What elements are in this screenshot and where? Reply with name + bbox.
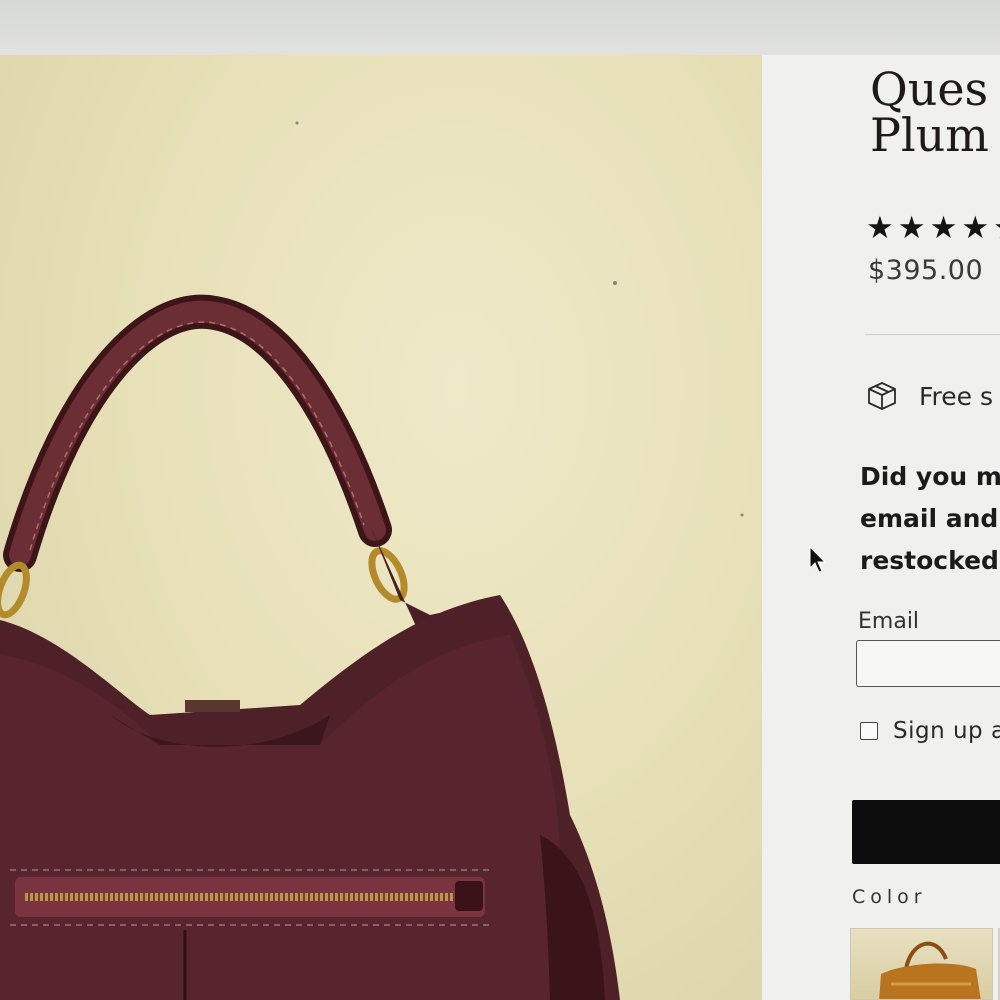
handbag-illustration: [0, 121, 744, 1000]
product-image[interactable]: [0, 55, 762, 1000]
screen-top-bezel: [0, 0, 1000, 58]
signup-label: Sign up a: [893, 718, 1000, 744]
color-label: Color: [852, 886, 927, 908]
product-price: $395.00: [868, 255, 984, 286]
restock-message: Did you m email and restocked.: [860, 462, 1000, 575]
product-title: Ques Plum: [870, 62, 989, 162]
shipping-text: Free s: [919, 382, 994, 411]
mouse-pointer-icon: [809, 546, 827, 573]
email-field[interactable]: [856, 640, 1000, 687]
box-icon: [868, 382, 896, 410]
signup-checkbox[interactable]: [860, 722, 878, 740]
notify-me-button[interactable]: [852, 800, 1000, 864]
color-swatch-brown[interactable]: [850, 928, 993, 1000]
swatch-bag-thumbnail: [879, 941, 981, 999]
star-rating[interactable]: ★★★★★: [866, 210, 1000, 246]
email-label: Email: [858, 609, 920, 634]
divider: [865, 334, 1000, 335]
